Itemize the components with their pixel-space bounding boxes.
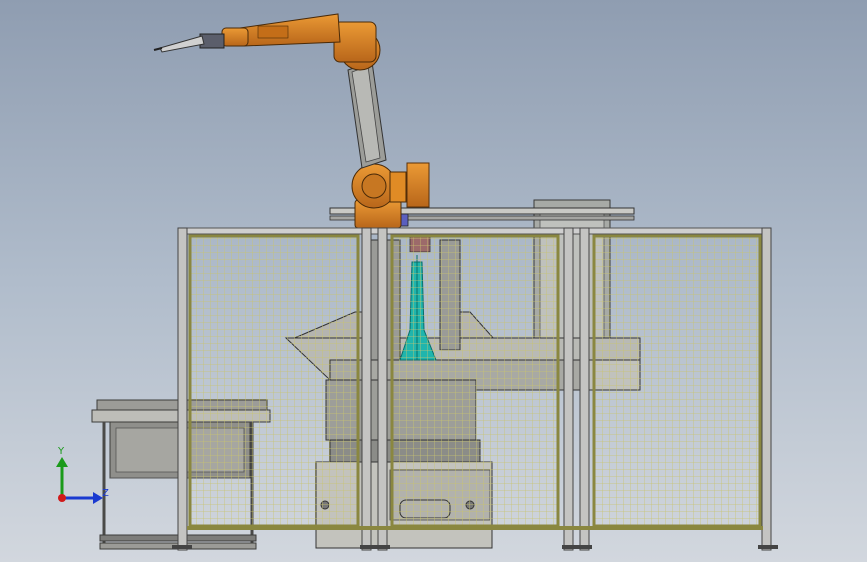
safety-fence (172, 227, 778, 551)
coordinate-triad: Y Z (56, 446, 109, 504)
cad-viewport[interactable]: Y Z (0, 0, 867, 562)
y-axis-label: Y (57, 446, 65, 457)
assembly-scene[interactable]: Y Z (0, 0, 867, 562)
origin-dot (58, 494, 66, 502)
z-axis-label: Z (102, 488, 109, 499)
robot-arm[interactable] (153, 13, 407, 229)
